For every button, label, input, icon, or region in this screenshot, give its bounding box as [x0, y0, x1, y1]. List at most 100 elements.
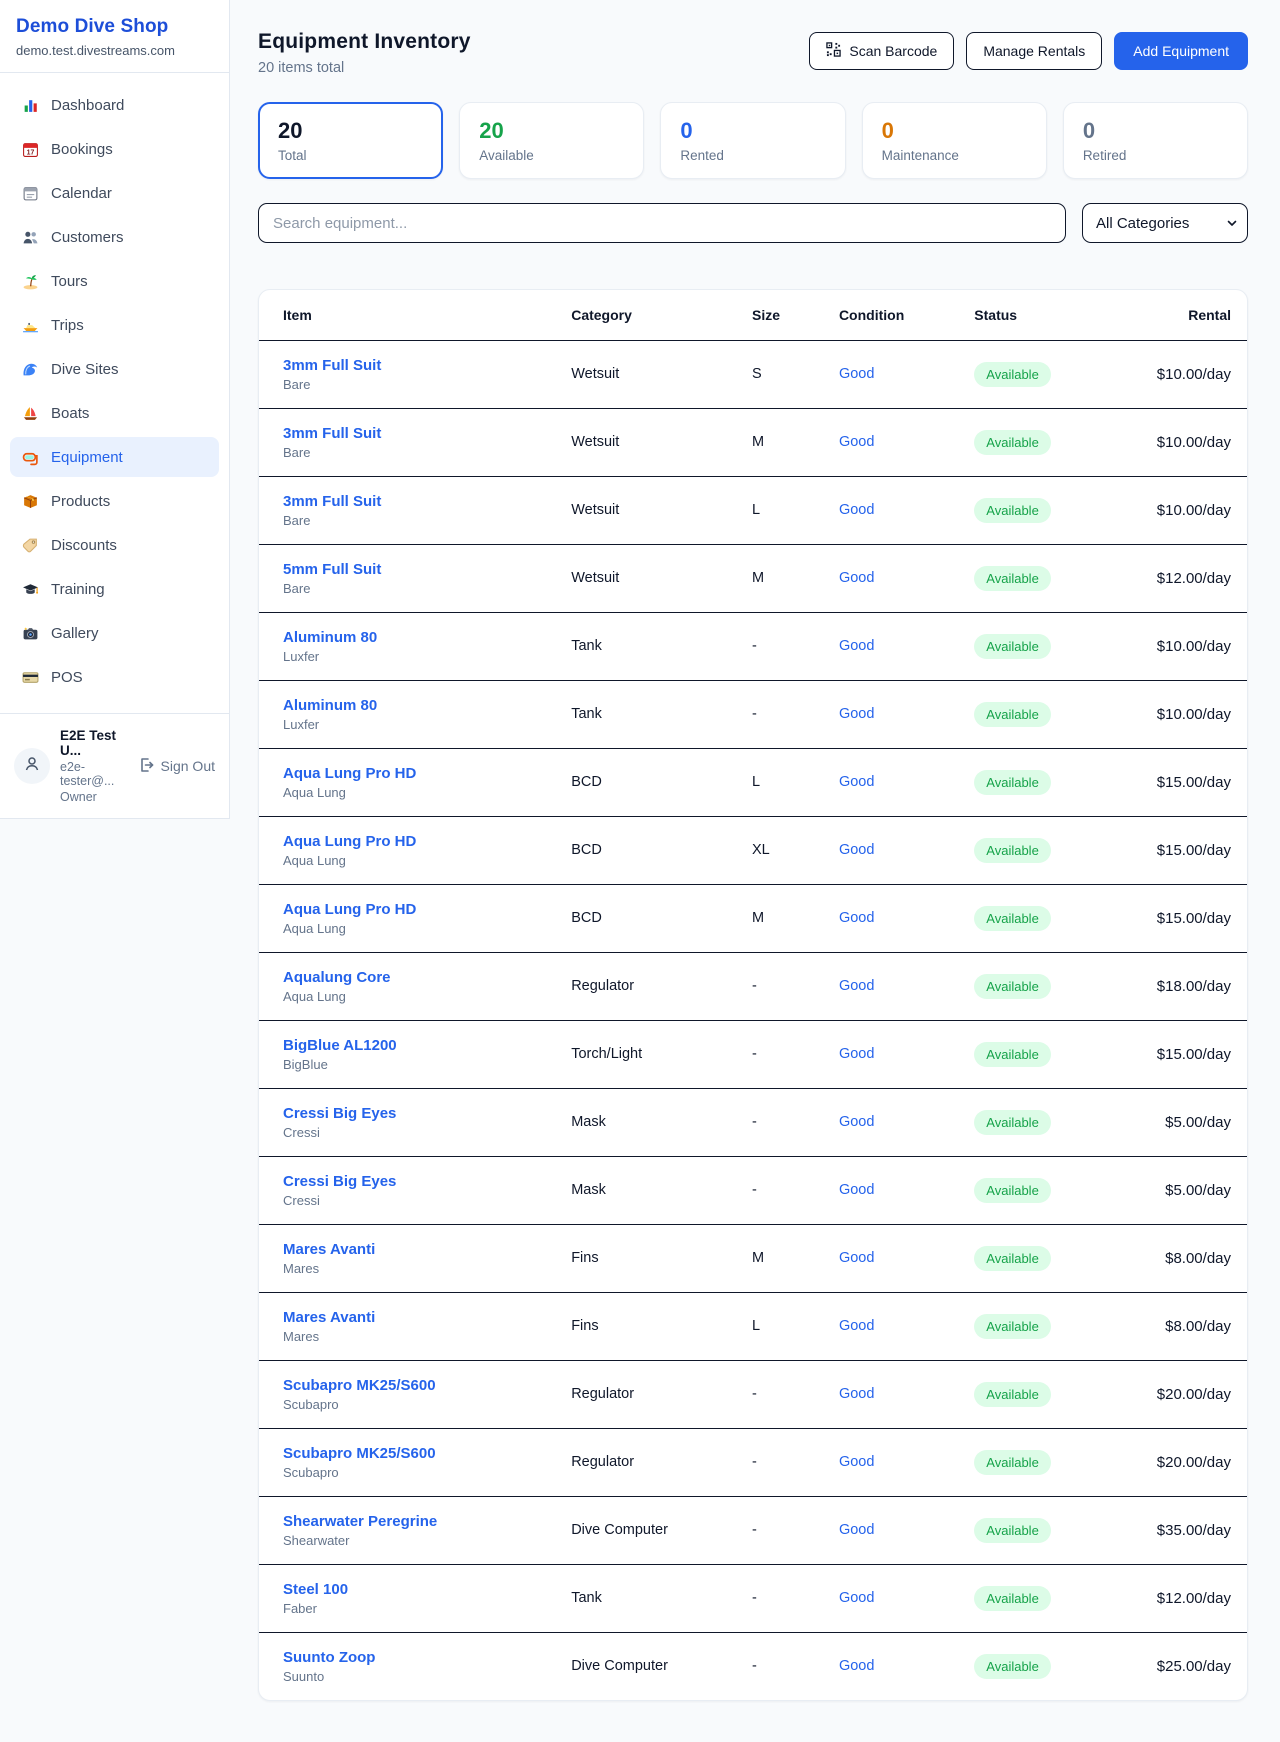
condition-link[interactable]: Good — [839, 1182, 874, 1198]
stat-card-retired[interactable]: 0 Retired — [1063, 102, 1248, 179]
condition-link[interactable]: Good — [839, 434, 874, 450]
status-badge: Available — [974, 1178, 1051, 1203]
condition-link[interactable]: Good — [839, 1590, 874, 1606]
sidebar-item-label: Equipment — [51, 449, 123, 466]
table-row: Cressi Big Eyes Cressi Mask - Good Avail… — [259, 1156, 1247, 1224]
item-name-link[interactable]: Scubapro MK25/S600 — [283, 1377, 436, 1394]
condition-link[interactable]: Good — [839, 1658, 874, 1674]
rental-price: $35.00/day — [1157, 1522, 1231, 1539]
item-name-link[interactable]: Aqua Lung Pro HD — [283, 833, 416, 850]
stat-value: 0 — [1083, 118, 1228, 144]
condition-link[interactable]: Good — [839, 1386, 874, 1402]
item-brand: Luxfer — [283, 649, 571, 664]
app: Demo Dive Shop demo.test.divestreams.com… — [0, 0, 1280, 1742]
sidebar-item-products[interactable]: Products — [10, 481, 219, 521]
sidebar-item-pos[interactable]: POS — [10, 657, 219, 697]
tag-icon — [22, 537, 39, 554]
scan-barcode-button[interactable]: Scan Barcode — [809, 32, 954, 70]
rental-price: $5.00/day — [1165, 1114, 1231, 1131]
item-name-link[interactable]: Suunto Zoop — [283, 1649, 375, 1666]
sidebar-item-gallery[interactable]: Gallery — [10, 613, 219, 653]
sidebar-item-dashboard[interactable]: Dashboard — [10, 85, 219, 125]
condition-link[interactable]: Good — [839, 1522, 874, 1538]
sidebar-item-trips[interactable]: Trips — [10, 305, 219, 345]
condition-link[interactable]: Good — [839, 638, 874, 654]
sidebar-item-discounts[interactable]: Discounts — [10, 525, 219, 565]
item-name-link[interactable]: Steel 100 — [283, 1581, 348, 1598]
item-category: Wetsuit — [571, 340, 752, 408]
category-select[interactable]: All Categories — [1082, 203, 1248, 243]
item-brand: Shearwater — [283, 1533, 571, 1548]
user-role: Owner — [60, 790, 128, 804]
condition-link[interactable]: Good — [839, 978, 874, 994]
item-name-link[interactable]: 3mm Full Suit — [283, 357, 381, 374]
item-name-link[interactable]: Scubapro MK25/S600 — [283, 1445, 436, 1462]
condition-link[interactable]: Good — [839, 1250, 874, 1266]
item-name-link[interactable]: 5mm Full Suit — [283, 561, 381, 578]
status-badge: Available — [974, 1654, 1051, 1679]
condition-link[interactable]: Good — [839, 706, 874, 722]
condition-link[interactable]: Good — [839, 1318, 874, 1334]
sidebar-item-tours[interactable]: Tours — [10, 261, 219, 301]
item-size: L — [752, 476, 839, 544]
item-size: - — [752, 1088, 839, 1156]
condition-link[interactable]: Good — [839, 502, 874, 518]
stat-card-rented[interactable]: 0 Rented — [660, 102, 845, 179]
sidebar-item-boats[interactable]: Boats — [10, 393, 219, 433]
sidebar-item-label: Boats — [51, 405, 89, 422]
item-brand: Faber — [283, 1601, 571, 1616]
add-equipment-button[interactable]: Add Equipment — [1114, 32, 1248, 70]
item-name-link[interactable]: 3mm Full Suit — [283, 425, 381, 442]
item-name-link[interactable]: Aqua Lung Pro HD — [283, 765, 416, 782]
item-name-link[interactable]: Aqua Lung Pro HD — [283, 901, 416, 918]
sidebar-item-label: Calendar — [51, 185, 112, 202]
category-select-wrap: All Categories — [1082, 203, 1248, 243]
item-name-link[interactable]: Aqualung Core — [283, 969, 391, 986]
item-size: - — [752, 1496, 839, 1564]
stat-value: 20 — [479, 118, 624, 144]
item-name-link[interactable]: Aluminum 80 — [283, 697, 377, 714]
condition-link[interactable]: Good — [839, 1046, 874, 1062]
sidebar-item-equipment[interactable]: Equipment — [10, 437, 219, 477]
rental-price: $10.00/day — [1157, 502, 1231, 519]
condition-link[interactable]: Good — [839, 570, 874, 586]
condition-link[interactable]: Good — [839, 842, 874, 858]
condition-link[interactable]: Good — [839, 366, 874, 382]
sidebar-item-label: Discounts — [51, 537, 117, 554]
rental-price: $8.00/day — [1165, 1318, 1231, 1335]
table-row: 3mm Full Suit Bare Wetsuit S Good Availa… — [259, 340, 1247, 408]
item-size: S — [752, 340, 839, 408]
sidebar-item-bookings[interactable]: 17 Bookings — [10, 129, 219, 169]
condition-link[interactable]: Good — [839, 1114, 874, 1130]
item-name-link[interactable]: Cressi Big Eyes — [283, 1173, 396, 1190]
manage-rentals-button[interactable]: Manage Rentals — [966, 32, 1102, 70]
item-name-link[interactable]: BigBlue AL1200 — [283, 1037, 397, 1054]
condition-link[interactable]: Good — [839, 910, 874, 926]
item-category: Tank — [571, 680, 752, 748]
sidebar-item-dive-sites[interactable]: Dive Sites — [10, 349, 219, 389]
table-row: Suunto Zoop Suunto Dive Computer - Good … — [259, 1632, 1247, 1700]
sidebar-item-customers[interactable]: Customers — [10, 217, 219, 257]
brand-name[interactable]: Demo Dive Shop — [16, 16, 213, 38]
item-size: L — [752, 1292, 839, 1360]
item-name-link[interactable]: Cressi Big Eyes — [283, 1105, 396, 1122]
item-brand: Aqua Lung — [283, 989, 571, 1004]
search-input[interactable] — [258, 203, 1066, 243]
stat-card-maintenance[interactable]: 0 Maintenance — [862, 102, 1047, 179]
item-name-link[interactable]: Aluminum 80 — [283, 629, 377, 646]
status-badge: Available — [974, 430, 1051, 455]
item-name-link[interactable]: Mares Avanti — [283, 1309, 375, 1326]
item-name-link[interactable]: Mares Avanti — [283, 1241, 375, 1258]
item-name-link[interactable]: 3mm Full Suit — [283, 493, 381, 510]
sidebar-item-calendar[interactable]: Calendar — [10, 173, 219, 213]
sidebar-item-training[interactable]: Training — [10, 569, 219, 609]
manage-rentals-label: Manage Rentals — [983, 43, 1085, 59]
sign-out-button[interactable]: Sign Out — [138, 757, 215, 776]
rental-price: $12.00/day — [1157, 1590, 1231, 1607]
condition-link[interactable]: Good — [839, 774, 874, 790]
stat-card-total[interactable]: 20 Total — [258, 102, 443, 179]
table-row: Scubapro MK25/S600 Scubapro Regulator - … — [259, 1360, 1247, 1428]
item-name-link[interactable]: Shearwater Peregrine — [283, 1513, 437, 1530]
condition-link[interactable]: Good — [839, 1454, 874, 1470]
stat-card-available[interactable]: 20 Available — [459, 102, 644, 179]
